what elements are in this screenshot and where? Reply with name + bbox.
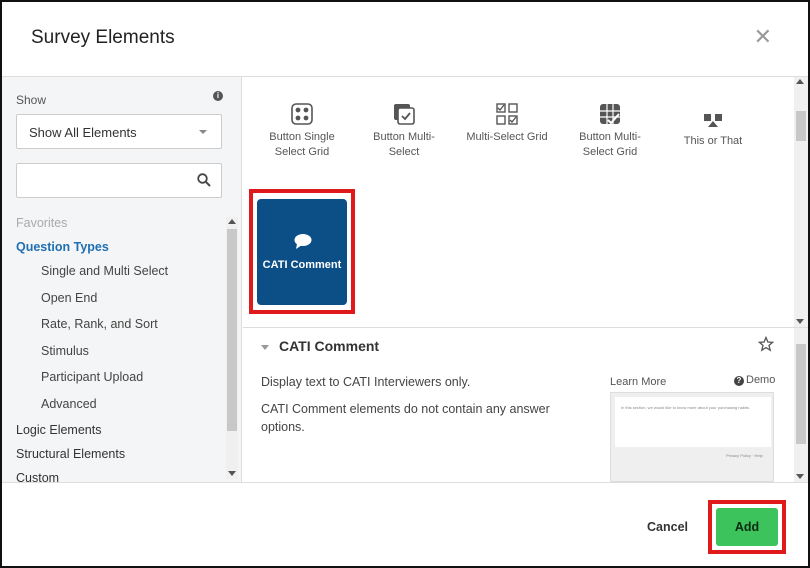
element-label: Button Multi-Select — [373, 131, 435, 158]
scroll-down-icon[interactable] — [796, 319, 804, 324]
nav-single-multi-select[interactable]: Single and Multi Select — [41, 264, 168, 278]
button-single-select-grid-icon — [291, 103, 313, 125]
demo-label: Demo — [746, 374, 776, 386]
show-label: Show — [16, 93, 47, 107]
this-or-that-icon — [704, 114, 722, 127]
preview-text: In this section, we would like to know m… — [621, 405, 751, 410]
dialog-footer: Cancel Add — [2, 482, 808, 566]
search-field[interactable] — [16, 163, 222, 198]
main-panel: Button Single Select Grid Button Multi-S… — [243, 77, 808, 482]
scroll-thumb[interactable] — [796, 111, 806, 141]
element-cati-comment[interactable]: CATI Comment — [257, 199, 347, 305]
search-icon[interactable] — [197, 173, 211, 187]
element-button-multi-select[interactable]: Button Multi-Select — [359, 103, 449, 160]
scroll-up-icon[interactable] — [228, 219, 236, 224]
nav-advanced[interactable]: Advanced — [41, 397, 97, 411]
nav-favorites[interactable]: Favorites — [16, 216, 67, 230]
close-icon[interactable]: ✕ — [754, 24, 772, 50]
preview-thumbnail[interactable]: In this section, we would like to know m… — [610, 392, 774, 482]
preview-footer: Privacy Policy · Help — [726, 453, 763, 458]
button-multi-select-icon — [394, 104, 415, 125]
scroll-down-icon[interactable] — [796, 474, 804, 479]
gallery-scrollbar[interactable] — [794, 77, 808, 327]
survey-elements-dialog: Survey Elements ✕ Show i Show All Elemen… — [0, 0, 810, 568]
detail-scrollbar[interactable] — [794, 328, 808, 482]
show-select[interactable]: Show All Elements — [16, 114, 222, 149]
scroll-up-icon[interactable] — [796, 79, 804, 84]
add-button[interactable]: Add — [716, 508, 778, 546]
sidebar: Show i Show All Elements Favorites Quest… — [2, 77, 242, 482]
dialog-title: Survey Elements — [31, 27, 175, 48]
help-icon: ? — [734, 376, 744, 386]
nav-structural-elements[interactable]: Structural Elements — [16, 447, 125, 461]
chevron-down-icon — [199, 130, 207, 134]
nav-stimulus[interactable]: Stimulus — [41, 344, 89, 358]
nav-open-end[interactable]: Open End — [41, 291, 97, 305]
scroll-down-icon[interactable] — [228, 471, 236, 476]
nav-logic-elements[interactable]: Logic Elements — [16, 423, 101, 437]
element-this-or-that[interactable]: This or That — [668, 111, 758, 149]
nav-question-types[interactable]: Question Types — [16, 240, 109, 254]
element-label: This or That — [683, 135, 743, 147]
scroll-thumb[interactable] — [227, 229, 237, 431]
detail-header[interactable]: CATI Comment — [261, 338, 379, 354]
dialog-header: Survey Elements ✕ — [2, 2, 808, 77]
detail-title: CATI Comment — [279, 338, 380, 354]
star-icon[interactable] — [758, 336, 774, 352]
nav-participant-upload[interactable]: Participant Upload — [41, 370, 143, 384]
nav-rate-rank-sort[interactable]: Rate, Rank, and Sort — [41, 317, 158, 331]
show-select-value: Show All Elements — [29, 125, 137, 140]
scroll-thumb[interactable] — [796, 344, 806, 444]
collapse-icon — [261, 344, 269, 350]
detail-description: Display text to CATI Interviewers only. — [261, 375, 471, 389]
element-label: Multi-Select Grid — [466, 131, 548, 143]
learn-more-label: Learn More — [610, 376, 667, 388]
element-button-single-select-grid[interactable]: Button Single Select Grid — [257, 103, 347, 160]
element-label: Button Single Select Grid — [269, 131, 335, 158]
multi-select-grid-icon — [496, 103, 518, 125]
search-input[interactable] — [17, 164, 187, 197]
nav-custom[interactable]: Custom — [16, 471, 59, 482]
detail-note: CATI Comment elements do not contain any… — [261, 402, 550, 434]
button-multi-select-grid-icon — [600, 104, 620, 125]
element-multi-select-grid[interactable]: Multi-Select Grid — [462, 103, 552, 145]
element-label: Button Multi-Select Grid — [579, 131, 641, 158]
speech-bubble-icon — [294, 234, 312, 249]
element-detail: CATI Comment Display text to CATI Interv… — [243, 328, 793, 482]
demo-link[interactable]: ? Demo — [734, 374, 775, 386]
sidebar-scrollbar[interactable] — [226, 217, 238, 479]
cancel-button[interactable]: Cancel — [647, 520, 688, 534]
info-icon[interactable]: i — [213, 91, 223, 101]
preview-card: In this section, we would like to know m… — [615, 397, 771, 447]
element-button-multi-select-grid[interactable]: Button Multi-Select Grid — [565, 103, 655, 160]
element-gallery: Button Single Select Grid Button Multi-S… — [243, 77, 793, 321]
element-label: CATI Comment — [262, 259, 342, 271]
